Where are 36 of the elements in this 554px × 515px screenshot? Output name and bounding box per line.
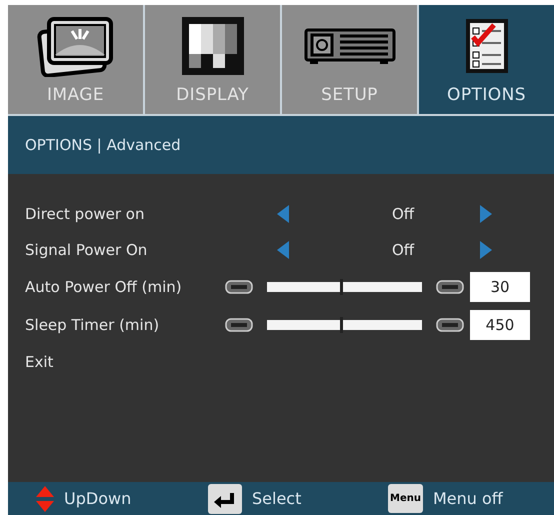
breadcrumb: OPTIONS | Advanced (25, 134, 181, 156)
key-icon (225, 318, 253, 332)
checklist-icon (464, 17, 510, 75)
menu-tab[interactable]: IMAGE (8, 5, 143, 114)
up-down-arrows-icon (36, 486, 54, 512)
menu-item-label: Auto Power Off (min) (25, 276, 183, 298)
projector-icon (304, 26, 396, 66)
left-arrow-icon[interactable] (277, 241, 289, 259)
menu-item-label: Direct power on (25, 204, 146, 225)
menu-item-label: Sleep Timer (min) (25, 314, 160, 336)
slider-thumb[interactable] (340, 279, 343, 295)
value-box: 450 (470, 310, 530, 340)
hint-label: UpDown (64, 488, 132, 510)
enter-key-icon (208, 484, 242, 514)
photos-icon (36, 15, 114, 77)
slider-track[interactable] (267, 282, 422, 292)
option-value: Off (392, 240, 416, 261)
menu-item-label: Exit (25, 352, 54, 373)
menu-tab[interactable]: SETUP (282, 5, 417, 114)
hint-label: Select (252, 488, 302, 510)
value-box: 30 (470, 272, 530, 302)
hint-label: Menu off (432, 488, 503, 510)
menu-item-label: Signal Power On (25, 240, 148, 261)
slider-thumb[interactable] (340, 317, 343, 333)
key-icon (225, 280, 253, 294)
menu-tab[interactable]: OPTIONS (419, 5, 554, 114)
right-arrow-icon[interactable] (480, 205, 492, 223)
key-icon (436, 318, 464, 332)
option-value: Off (392, 204, 416, 225)
menu-key: Menu (388, 484, 423, 513)
slider-track[interactable] (267, 320, 422, 330)
menu-tab[interactable]: DISPLAY (145, 5, 280, 114)
left-arrow-icon[interactable] (277, 205, 289, 223)
test-pattern-icon (180, 15, 246, 77)
key-icon (436, 280, 464, 294)
right-arrow-icon[interactable] (480, 241, 492, 259)
